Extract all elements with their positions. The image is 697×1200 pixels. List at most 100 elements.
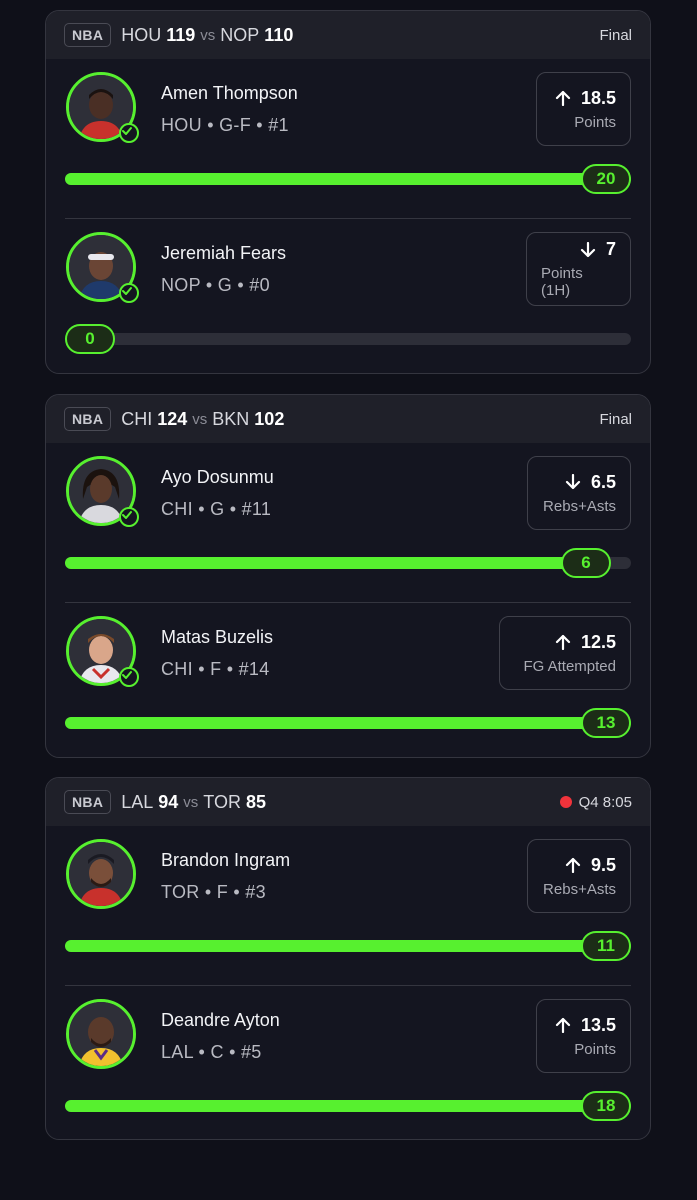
vs-label: vs [183,793,199,811]
arrow-up-icon [565,857,581,873]
arrow-down-icon [565,474,581,490]
player-photo [69,842,133,906]
current-value-pill: 6 [561,548,611,578]
prop-stat: Points [574,1040,616,1058]
check-icon [119,283,139,303]
prop-line-value: 6.5 [590,471,616,492]
progress-fill [65,173,631,185]
avatar [66,839,136,909]
team-1: CHI [121,408,153,429]
prop-line-box[interactable]: 9.5 Rebs+Asts [527,839,631,913]
check-icon [119,123,139,143]
game-card[interactable]: NBA LAL 94 vs TOR 85 Q4 8:05 Brandon Ing… [45,777,651,1140]
avatar [66,999,136,1069]
player-row[interactable]: Amen Thompson HOU • G-F • #1 18.5 Points… [46,59,650,219]
current-value-pill: 20 [581,164,631,194]
prop-stat: Rebs+Asts [543,497,616,515]
team-2: BKN [212,408,250,429]
prop-stat: FG Attempted [523,657,616,675]
game-card[interactable]: NBA CHI 124 vs BKN 102 Final Ayo Dosunmu… [45,394,651,758]
player-row[interactable]: Matas Buzelis CHI • F • #14 12.5 FG Atte… [46,603,650,757]
vs-label: vs [200,26,216,44]
league-badge: NBA [64,407,112,431]
current-value-pill: 11 [581,931,631,961]
prop-stat: Points [574,113,616,131]
team-2: TOR [203,791,241,812]
prop-line: 6.5 [565,472,616,493]
player-photo [69,1002,133,1066]
prop-line: 12.5 [555,632,616,653]
league-badge: NBA [64,790,112,814]
player-row[interactable]: Deandre Ayton LAL • C • #5 13.5 Points 1… [46,986,650,1139]
player-name: Deandre Ayton [161,1010,280,1030]
game-status: Final [599,411,632,428]
game-card[interactable]: NBA HOU 119 vs NOP 110 Final Amen Thomps… [45,10,651,374]
progress-track: 0 [65,324,631,354]
game-status: Final [599,27,632,44]
check-icon [119,667,139,687]
player-meta: CHI • G • #11 [161,499,272,519]
game-status-text: Final [599,410,632,428]
prop-line-value: 9.5 [590,854,616,875]
game-header: NBA CHI 124 vs BKN 102 Final [46,395,650,443]
progress-fill [65,1100,631,1112]
progress-track: 13 [65,708,631,738]
progress-track: 11 [65,931,631,961]
score-2: 110 [264,24,294,45]
player-name: Matas Buzelis [161,627,274,647]
league-badge: NBA [64,23,112,47]
avatar [66,616,139,687]
progress-fill [65,717,631,729]
prop-line-value: 7 [605,239,616,259]
team-2: NOP [220,24,260,45]
score-1: 94 [158,791,179,812]
team-1: HOU [121,24,162,45]
avatar [66,456,139,527]
progress-fill [65,940,631,952]
prop-stat: Rebs+Asts [543,880,616,898]
prop-line-box[interactable]: 13.5 Points [536,999,631,1073]
prop-line: 13.5 [555,1015,616,1036]
arrow-down-icon [580,241,596,257]
player-meta: LAL • C • #5 [161,1042,262,1062]
player-name: Amen Thompson [161,83,298,103]
current-value-pill: 13 [581,708,631,738]
player-meta: HOU • G-F • #1 [161,115,289,135]
progress-track: 6 [65,548,631,578]
prop-line-value: 13.5 [580,1014,616,1035]
player-meta: TOR • F • #3 [161,882,266,902]
player-row[interactable]: Jeremiah Fears NOP • G • #0 7 Points (1H… [46,219,650,373]
player-name: Brandon Ingram [161,850,291,870]
score-2: 85 [245,791,266,812]
prop-line-value: 18.5 [580,87,616,108]
player-name: Ayo Dosunmu [161,467,274,487]
current-value-pill: 18 [581,1091,631,1121]
live-dot-icon [559,796,572,808]
progress-track: 18 [65,1091,631,1121]
player-name: Jeremiah Fears [161,243,287,263]
prop-line: 18.5 [555,88,616,109]
player-row[interactable]: Ayo Dosunmu CHI • G • #11 6.5 Rebs+Asts … [46,443,650,603]
check-icon [119,507,139,527]
player-row[interactable]: Brandon Ingram TOR • F • #3 9.5 Rebs+Ast… [46,826,650,986]
arrow-up-icon [555,634,571,650]
prop-line-box[interactable]: 12.5 FG Attempted [499,616,631,690]
team-1: LAL [121,791,154,812]
avatar [66,232,139,303]
prop-line-box[interactable]: 7 Points (1H) [526,232,631,306]
prop-line: 9.5 [565,855,616,876]
game-status-text: Final [599,26,632,44]
prop-line-value: 12.5 [580,631,616,652]
prop-line-box[interactable]: 6.5 Rebs+Asts [527,456,631,530]
score-1: 119 [166,24,196,45]
prop-line: 7 [580,239,616,260]
score-2: 102 [254,408,285,429]
prop-line-box[interactable]: 18.5 Points [536,72,631,146]
game-header: NBA LAL 94 vs TOR 85 Q4 8:05 [46,778,650,826]
prop-stat: Points (1H) [541,265,583,299]
game-status-text: Q4 8:05 [578,793,632,811]
player-meta: CHI • F • #14 [161,659,270,679]
score-1: 124 [157,408,188,429]
arrow-up-icon [555,90,571,106]
progress-track: 20 [65,164,631,194]
